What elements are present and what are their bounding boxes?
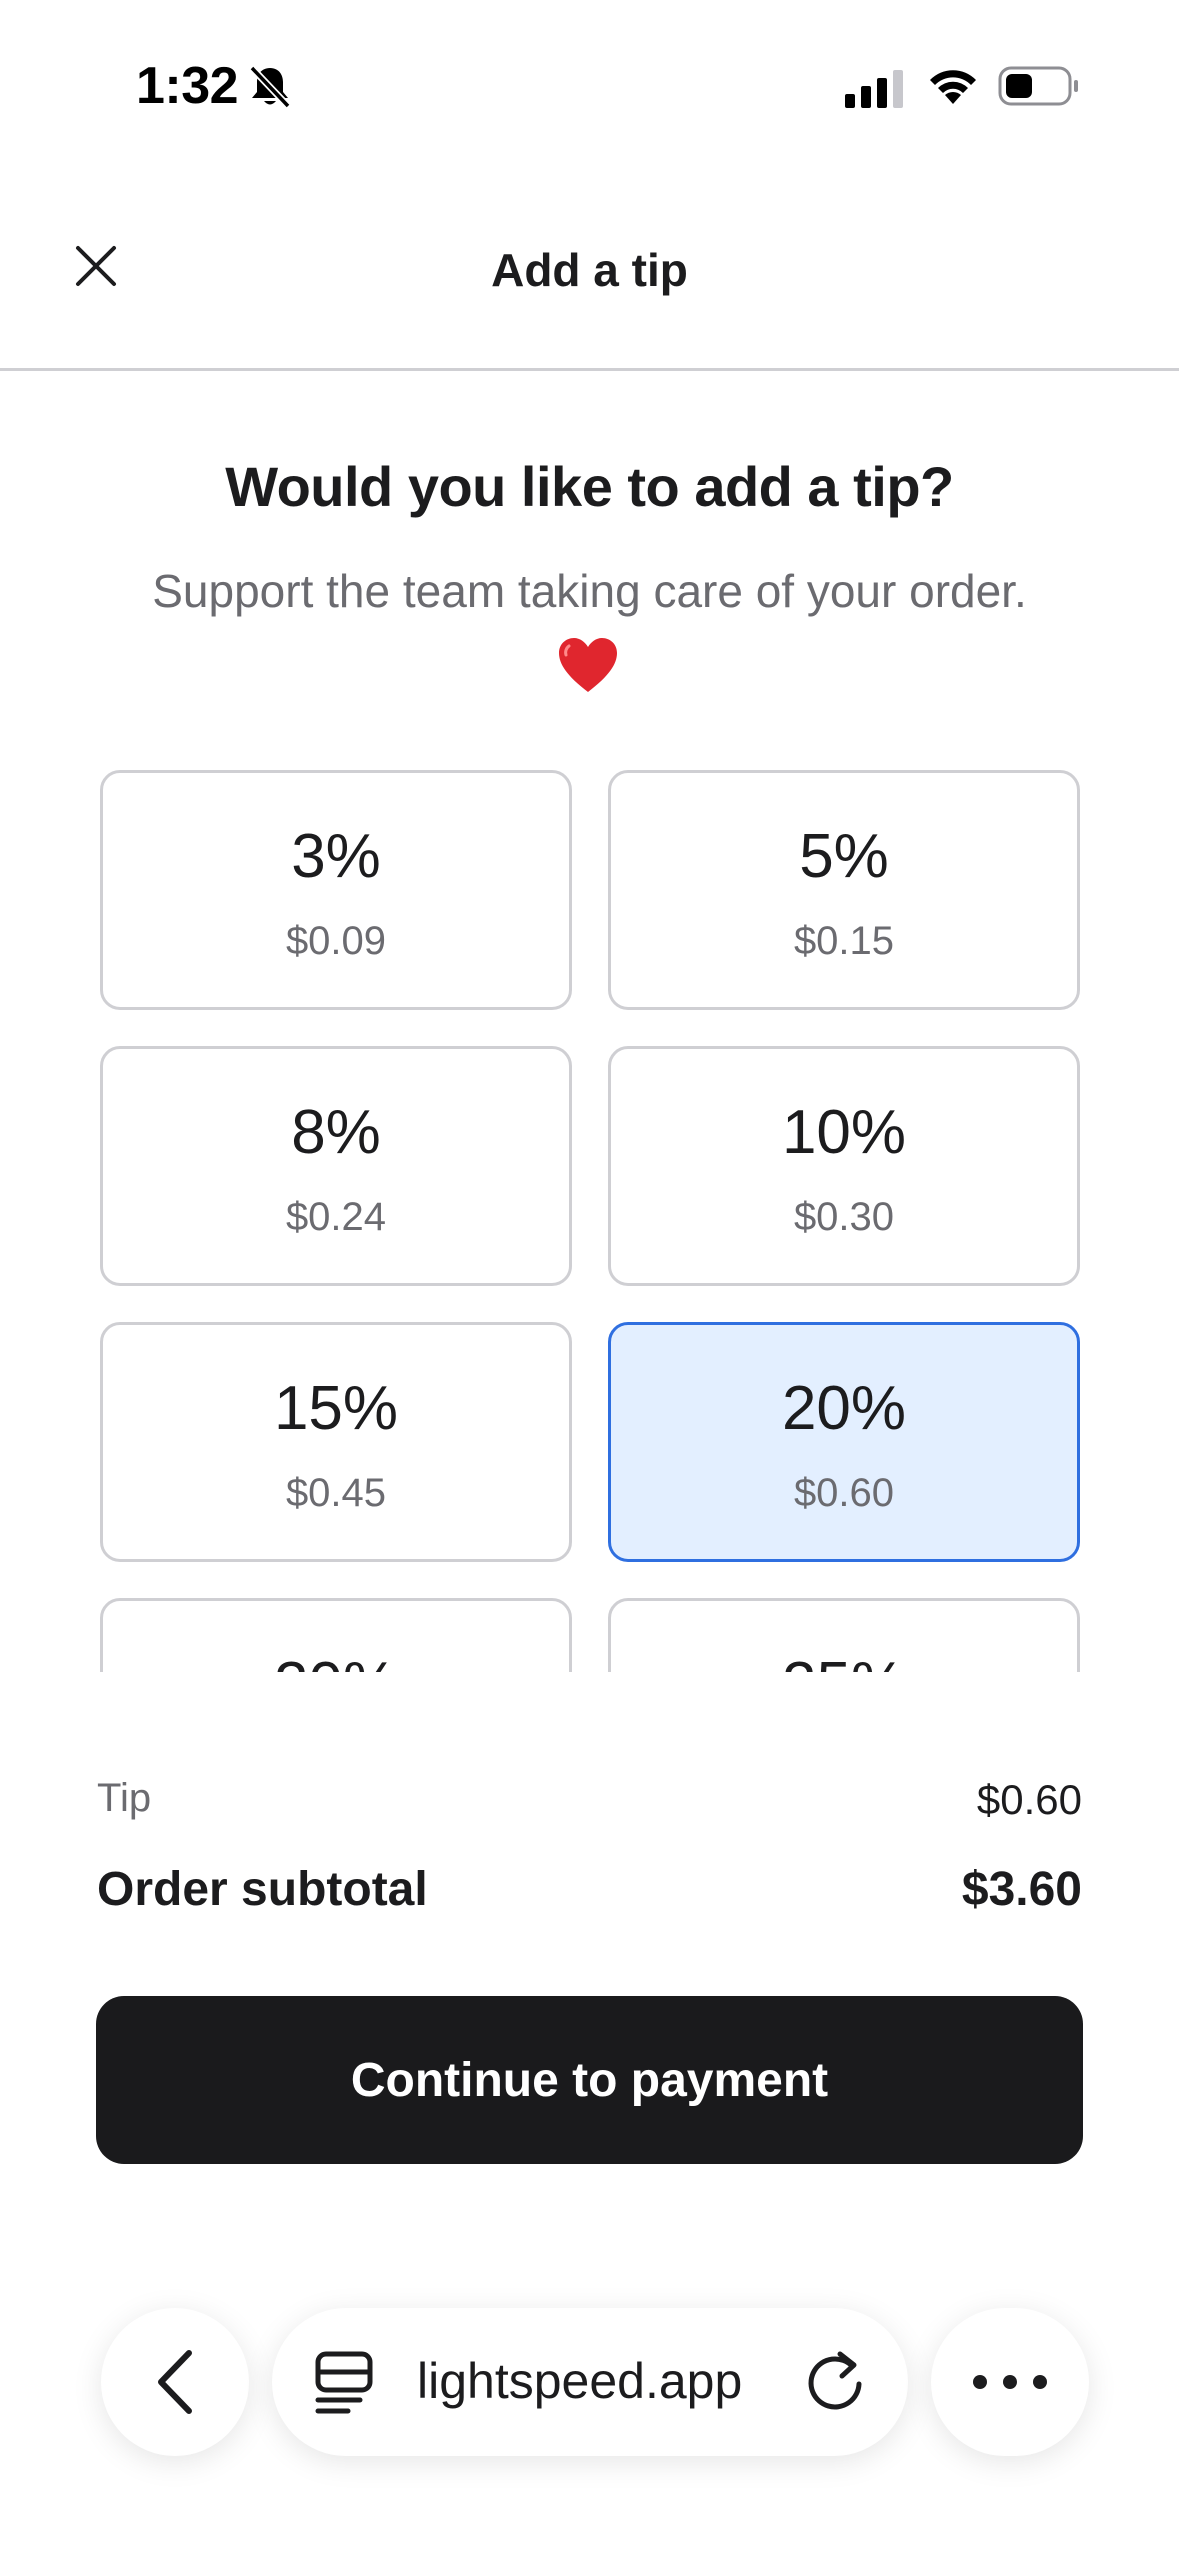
tip-option-10[interactable]: 10% $0.30 (608, 1046, 1080, 1286)
browser-toolbar: lightspeed.app (0, 2290, 1179, 2470)
subtotal-label: Order subtotal (97, 1863, 428, 1916)
tip-percent: 5% (799, 822, 889, 891)
url-text: lightspeed.app (417, 2353, 743, 2409)
tip-option-partial-left[interactable]: 20% (100, 1598, 572, 1672)
bell-slash-icon (249, 65, 291, 109)
reload-icon[interactable] (802, 2348, 868, 2414)
address-bar[interactable]: lightspeed.app (272, 2308, 908, 2456)
status-time: 1:32 (136, 57, 239, 115)
wifi-icon (930, 70, 976, 104)
tip-amount: $0.30 (793, 1195, 895, 1239)
tabs-icon (315, 2351, 373, 2414)
tip-percent: 15% (273, 1374, 399, 1443)
tip-percent: 25% (611, 1649, 1077, 1672)
tip-percent: 20% (103, 1649, 569, 1672)
more-icon (973, 2375, 1047, 2389)
tip-amount: $0.45 (285, 1471, 387, 1515)
tip-option-5[interactable]: 5% $0.15 (608, 770, 1080, 1010)
header-title: Add a tip (491, 244, 688, 296)
heart-icon (559, 638, 617, 692)
tip-option-20-selected[interactable]: 20% $0.60 (608, 1322, 1080, 1562)
tip-amount: $0.60 (793, 1471, 895, 1515)
back-button[interactable] (101, 2308, 249, 2456)
tip-options-grid[interactable]: 3% $0.09 5% $0.15 8% $0.24 10% $0.30 15%… (0, 770, 1179, 1672)
cellular-signal-icon (845, 70, 903, 108)
tip-amount: $0.15 (793, 919, 895, 963)
continue-to-payment-button[interactable]: Continue to payment (96, 1996, 1083, 2164)
tip-option-3[interactable]: 3% $0.09 (100, 770, 572, 1010)
tip-value: $0.60 (976, 1776, 1082, 1823)
header: Add a tip (0, 175, 1179, 371)
back-icon (158, 2350, 192, 2414)
status-bar: 1:32 (0, 0, 1179, 175)
tip-percent: 8% (291, 1098, 381, 1167)
tip-subheading: Support the team taking care of your ord… (152, 565, 1027, 617)
tip-option-8[interactable]: 8% $0.24 (100, 1046, 572, 1286)
tip-label: Tip (97, 1776, 152, 1820)
battery-icon (998, 66, 1078, 106)
tip-percent: 20% (781, 1374, 907, 1443)
tip-heading: Would you like to add a tip? (225, 455, 954, 518)
tip-percent: 3% (291, 822, 381, 891)
subtotal-value: $3.60 (961, 1863, 1082, 1916)
tip-option-partial-right[interactable]: 25% (608, 1598, 1080, 1672)
page: 1:32 Add a tip Would you like to add a t… (0, 0, 1179, 2556)
tip-percent: 10% (781, 1098, 907, 1167)
tip-option-15[interactable]: 15% $0.45 (100, 1322, 572, 1562)
tip-amount: $0.24 (285, 1195, 387, 1239)
more-button[interactable] (931, 2308, 1089, 2456)
tip-amount: $0.09 (285, 919, 387, 963)
